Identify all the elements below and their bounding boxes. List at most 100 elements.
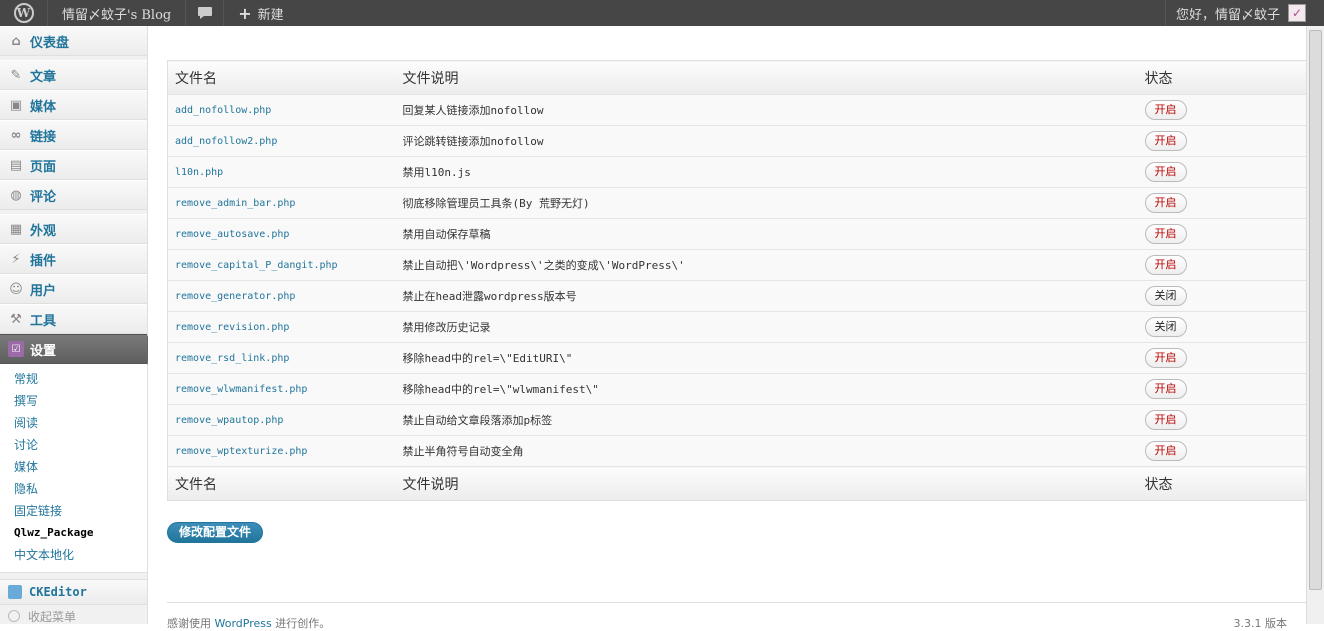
footer-thanks: 感谢使用 WordPress 进行创作。 bbox=[167, 617, 331, 630]
table-row: remove_rsd_link.php 移除head中的rel=\"EditURI… bbox=[167, 342, 1307, 374]
column-header-file: 文件名 bbox=[167, 60, 396, 95]
file-name: remove_autosave.php bbox=[167, 218, 396, 250]
status-toggle-button[interactable]: 开启 bbox=[1144, 255, 1187, 275]
menu-label: 评论 bbox=[30, 189, 57, 205]
status-toggle-button[interactable]: 开启 bbox=[1144, 441, 1187, 461]
collapse-label: 收起菜单 bbox=[28, 609, 77, 624]
my-account-menu[interactable]: 您好，情留〆蚊子 ✓ bbox=[1164, 0, 1324, 26]
menu-tools[interactable]: ⚒ 工具 bbox=[0, 304, 147, 334]
file-description: 禁止半角符号自动变全角 bbox=[395, 435, 1138, 467]
submenu-qlwz-package[interactable]: Qlwz_Package bbox=[14, 522, 147, 544]
menu-label: 设置 bbox=[30, 343, 57, 359]
scrollbar[interactable] bbox=[1306, 26, 1324, 624]
site-name-link[interactable]: 情留〆蚊子's Blog bbox=[48, 0, 187, 26]
file-name: remove_capital_P_dangit.php bbox=[167, 249, 396, 281]
table-row: remove_revision.php 禁用修改历史记录 关闭 bbox=[167, 311, 1307, 343]
new-label: 新建 bbox=[257, 7, 284, 23]
submit-config-button[interactable]: 修改配置文件 bbox=[167, 522, 264, 543]
menu-posts[interactable]: ✎ 文章 bbox=[0, 60, 147, 90]
status-toggle-button[interactable]: 开启 bbox=[1144, 131, 1187, 151]
menu-label: 链接 bbox=[30, 129, 57, 145]
submenu-reading[interactable]: 阅读 bbox=[14, 412, 147, 434]
table-row: remove_wlwmanifest.php 移除head中的rel=\"wlwm… bbox=[167, 373, 1307, 405]
menu-comments[interactable]: ◍ 评论 bbox=[0, 180, 147, 210]
comment-bubble-icon bbox=[197, 7, 212, 19]
file-description: 禁用自动保存草稿 bbox=[395, 218, 1138, 250]
table-row: remove_generator.php 禁止在head泄露wordpress版本… bbox=[167, 280, 1307, 312]
page-icon: ▤ bbox=[9, 157, 23, 173]
menu-ckeditor[interactable]: CKEditor bbox=[0, 579, 147, 605]
submenu-permalinks[interactable]: 固定链接 bbox=[14, 500, 147, 522]
file-name: remove_generator.php bbox=[167, 280, 396, 312]
status-toggle-button[interactable]: 开启 bbox=[1144, 224, 1187, 244]
collapse-icon bbox=[8, 610, 20, 622]
submenu-general[interactable]: 常规 bbox=[14, 368, 147, 390]
media-icon: ▣ bbox=[9, 97, 23, 113]
plug-icon: ⚡ bbox=[11, 251, 21, 267]
submenu-localization[interactable]: 中文本地化 bbox=[14, 544, 147, 566]
avatar-icon: ✓ bbox=[1288, 4, 1306, 22]
menu-settings[interactable]: ☑ 设置 bbox=[0, 334, 155, 365]
menu-appearance[interactable]: ▦ 外观 bbox=[0, 214, 147, 244]
menu-users[interactable]: ☺ 用户 bbox=[0, 274, 147, 304]
status-toggle-button[interactable]: 开启 bbox=[1144, 100, 1187, 120]
menu-label: 文章 bbox=[30, 69, 57, 85]
file-description: 禁用修改历史记录 bbox=[395, 311, 1138, 343]
column-footer-file: 文件名 bbox=[167, 466, 396, 501]
plus-icon: + bbox=[238, 3, 252, 23]
table-row: remove_admin_bar.php 彻底移除管理员工具条(By 荒野无灯) 开… bbox=[167, 187, 1307, 219]
file-description: 禁止在head泄露wordpress版本号 bbox=[395, 280, 1138, 312]
submenu-discussion[interactable]: 讨论 bbox=[14, 434, 147, 456]
menu-label: 工具 bbox=[30, 313, 57, 329]
file-name: remove_wptexturize.php bbox=[167, 435, 396, 467]
main-content: 文件名 文件说明 状态 add_nofollow.php 回复某人链接添加nofo… bbox=[148, 26, 1307, 630]
status-toggle-button[interactable]: 关闭 bbox=[1144, 286, 1187, 306]
file-description: 彻底移除管理员工具条(By 荒野无灯) bbox=[395, 187, 1138, 219]
submenu-privacy[interactable]: 隐私 bbox=[14, 478, 147, 500]
file-name: remove_wpautop.php bbox=[167, 404, 396, 436]
status-toggle-button[interactable]: 关闭 bbox=[1144, 317, 1187, 337]
settings-icon: ☑ bbox=[8, 341, 24, 357]
ckeditor-icon bbox=[8, 585, 22, 599]
file-description: 禁用l10n.js bbox=[395, 156, 1138, 188]
submenu-writing[interactable]: 撰写 bbox=[14, 390, 147, 412]
menu-label: CKEditor bbox=[29, 585, 87, 599]
column-footer-description: 文件说明 bbox=[395, 466, 1138, 501]
file-name: add_nofollow2.php bbox=[167, 125, 396, 157]
status-toggle-button[interactable]: 开启 bbox=[1144, 410, 1187, 430]
file-description: 移除head中的rel=\"wlwmanifest\" bbox=[395, 373, 1138, 405]
column-footer-status: 状态 bbox=[1137, 466, 1307, 501]
menu-dashboard[interactable]: ⌂ 仪表盘 bbox=[0, 26, 147, 56]
chain-link-icon: ∞ bbox=[10, 127, 22, 143]
wordpress-logo-button[interactable]: W bbox=[0, 0, 48, 26]
menu-label: 用户 bbox=[30, 283, 57, 299]
file-name: add_nofollow.php bbox=[167, 94, 396, 126]
comments-button[interactable] bbox=[186, 0, 225, 26]
new-content-button[interactable]: + 新建 bbox=[224, 0, 297, 26]
status-toggle-button[interactable]: 开启 bbox=[1144, 162, 1187, 182]
file-name: remove_admin_bar.php bbox=[167, 187, 396, 219]
menu-pages[interactable]: ▤ 页面 bbox=[0, 150, 147, 180]
column-header-description: 文件说明 bbox=[395, 60, 1138, 95]
file-description: 回复某人链接添加nofollow bbox=[395, 94, 1138, 126]
settings-submenu: 常规 撰写 阅读 讨论 媒体 隐私 固定链接 Qlwz_Package 中文本地… bbox=[0, 364, 147, 573]
file-name: remove_revision.php bbox=[167, 311, 396, 343]
status-toggle-button[interactable]: 开启 bbox=[1144, 193, 1187, 213]
file-description: 移除head中的rel=\"EditURI\" bbox=[395, 342, 1138, 374]
footer: 感谢使用 WordPress 进行创作。 3.3.1 版本 bbox=[167, 602, 1307, 631]
menu-links[interactable]: ∞ 链接 bbox=[0, 120, 147, 150]
table-row: l10n.php 禁用l10n.js 开启 bbox=[167, 156, 1307, 188]
menu-plugins[interactable]: ⚡ 插件 bbox=[0, 244, 147, 274]
users-icon: ☺ bbox=[9, 281, 23, 297]
menu-media[interactable]: ▣ 媒体 bbox=[0, 90, 147, 120]
file-description: 禁止自动给文章段落添加p标签 bbox=[395, 404, 1138, 436]
status-toggle-button[interactable]: 开启 bbox=[1144, 348, 1187, 368]
status-toggle-button[interactable]: 开启 bbox=[1144, 379, 1187, 399]
file-description: 禁止自动把\'Wordpress\'之类的变成\'WordPress\' bbox=[395, 249, 1138, 281]
submenu-media[interactable]: 媒体 bbox=[14, 456, 147, 478]
file-name: l10n.php bbox=[167, 156, 396, 188]
table-row: remove_autosave.php 禁用自动保存草稿 开启 bbox=[167, 218, 1307, 250]
menu-label: 页面 bbox=[30, 159, 57, 175]
scrollbar-thumb[interactable] bbox=[1309, 30, 1322, 590]
file-name: remove_wlwmanifest.php bbox=[167, 373, 396, 405]
